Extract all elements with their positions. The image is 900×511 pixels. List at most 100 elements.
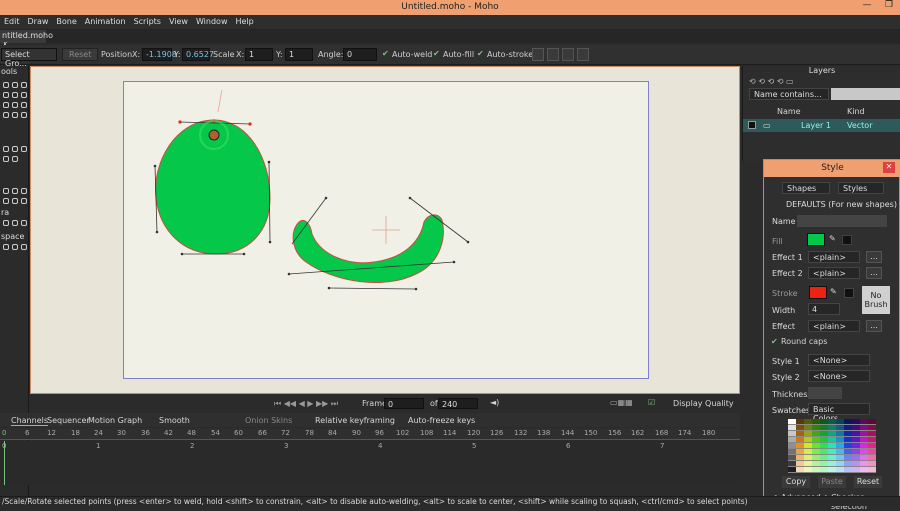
menu-edit[interactable]: Edit	[0, 15, 24, 28]
position-x-input[interactable]: -1.1908	[142, 48, 177, 61]
auto-fill-checkbox[interactable]: ✔	[433, 49, 440, 58]
style1-dropdown[interactable]: <None>	[808, 354, 870, 366]
reset-style-button[interactable]: Reset	[854, 476, 882, 488]
color-swatch[interactable]	[804, 425, 812, 430]
color-swatch[interactable]	[788, 467, 796, 472]
selected-point[interactable]	[208, 129, 220, 141]
quality-toggle-icon[interactable]: ☑	[648, 398, 655, 407]
layer-visibility-checkbox[interactable]	[748, 121, 756, 129]
fill-alt-swatch[interactable]	[842, 235, 852, 245]
color-swatch[interactable]	[828, 419, 836, 424]
menu-bone[interactable]: Bone	[52, 15, 80, 28]
tab-sequencer[interactable]: Sequencer	[47, 416, 90, 425]
color-swatch[interactable]	[804, 437, 812, 442]
color-swatch[interactable]	[812, 455, 820, 460]
color-swatch[interactable]	[868, 467, 876, 472]
display-quality-dropdown[interactable]: Display Quality	[673, 399, 734, 408]
color-swatch[interactable]	[828, 467, 836, 472]
color-swatch[interactable]	[860, 431, 868, 436]
line-width-tool-icon[interactable]	[12, 156, 18, 162]
angle-input[interactable]: 0	[343, 48, 377, 61]
swatches-dropdown[interactable]: Basic Colors...	[808, 403, 870, 423]
color-swatch[interactable]	[852, 455, 860, 460]
color-swatch[interactable]	[860, 419, 868, 424]
color-swatch[interactable]	[820, 425, 828, 430]
menu-animation[interactable]: Animation	[81, 15, 130, 28]
color-swatch[interactable]	[788, 419, 796, 424]
color-swatch[interactable]	[820, 431, 828, 436]
reset-button[interactable]: Reset	[62, 48, 99, 61]
color-swatch[interactable]	[812, 431, 820, 436]
create-shape-tool-icon[interactable]	[12, 146, 18, 152]
track-camera-icon[interactable]	[3, 220, 9, 226]
color-swatch[interactable]	[844, 449, 852, 454]
color-swatch[interactable]	[820, 419, 828, 424]
round-caps-checkbox[interactable]: ✔	[771, 337, 778, 346]
maximize-button[interactable]: ❐	[878, 0, 900, 14]
color-swatch[interactable]	[820, 455, 828, 460]
document-tab[interactable]: ntitled.moho ✗	[0, 30, 53, 49]
blob-brush-tool-icon[interactable]	[12, 102, 18, 108]
freehand-tool-icon[interactable]	[21, 92, 27, 98]
color-swatch[interactable]	[844, 467, 852, 472]
color-swatch[interactable]	[844, 437, 852, 442]
close-style-icon[interactable]: ✕	[883, 162, 895, 173]
eyedropper-icon[interactable]: ✎	[829, 234, 836, 243]
rotate-handle[interactable]	[217, 89, 223, 113]
canvas-area[interactable]	[30, 66, 740, 394]
color-swatch[interactable]	[796, 443, 804, 448]
color-swatch[interactable]	[828, 455, 836, 460]
auto-freeze-checkbox[interactable]: Auto-freeze keys	[408, 416, 475, 425]
color-swatch[interactable]	[860, 449, 868, 454]
auto-weld-checkbox[interactable]: ✔	[382, 49, 389, 58]
color-swatch[interactable]	[852, 467, 860, 472]
fill-color-swatch[interactable]	[807, 233, 825, 246]
rotate-layer-tool-icon[interactable]	[21, 188, 27, 194]
stroke-checkbox-label[interactable]: Stroke	[772, 289, 798, 298]
roll-camera-icon[interactable]	[21, 220, 27, 226]
color-swatch[interactable]	[828, 437, 836, 442]
view-mode-icon[interactable]: ▭▦▦	[610, 398, 633, 407]
color-swatch[interactable]	[836, 431, 844, 436]
color-swatch[interactable]	[796, 467, 804, 472]
color-swatch[interactable]	[844, 461, 852, 466]
color-swatch[interactable]	[852, 419, 860, 424]
color-swatch[interactable]	[804, 467, 812, 472]
styles-dropdown[interactable]: Styles	[838, 182, 884, 194]
color-swatch[interactable]	[788, 425, 796, 430]
color-swatch[interactable]	[804, 461, 812, 466]
color-swatch[interactable]	[836, 419, 844, 424]
color-swatch[interactable]	[860, 467, 868, 472]
style-name-input[interactable]	[797, 215, 887, 227]
layers-col-kind[interactable]: Kind	[847, 107, 865, 116]
distribute-icon[interactable]	[547, 48, 559, 61]
effect1-dropdown[interactable]: <plain>	[808, 251, 860, 263]
document-frame[interactable]	[123, 81, 649, 379]
pan-workspace-icon[interactable]	[3, 244, 9, 250]
color-swatch[interactable]	[788, 449, 796, 454]
color-swatch[interactable]	[836, 425, 844, 430]
menu-draw[interactable]: Draw	[24, 15, 53, 28]
color-swatch[interactable]	[804, 443, 812, 448]
color-swatch[interactable]	[868, 443, 876, 448]
color-swatch[interactable]	[812, 443, 820, 448]
color-swatch[interactable]	[828, 443, 836, 448]
frame-input[interactable]: 0	[384, 398, 424, 409]
color-swatch[interactable]	[868, 449, 876, 454]
tab-channels[interactable]: Channels	[11, 416, 49, 426]
stroke-effect-more-button[interactable]: ...	[866, 320, 882, 332]
text-tool-icon[interactable]	[12, 198, 18, 204]
color-swatch[interactable]	[852, 461, 860, 466]
color-swatch[interactable]	[852, 443, 860, 448]
transform-points-tool-icon[interactable]	[12, 82, 18, 88]
color-swatch[interactable]	[812, 467, 820, 472]
color-swatch[interactable]	[844, 425, 852, 430]
layer-filter-input[interactable]	[831, 88, 900, 100]
color-swatch[interactable]	[796, 449, 804, 454]
color-swatch[interactable]	[828, 449, 836, 454]
color-swatch[interactable]	[844, 443, 852, 448]
color-swatch[interactable]	[828, 461, 836, 466]
color-swatch[interactable]	[868, 461, 876, 466]
draw-shape-tool-icon[interactable]	[3, 102, 9, 108]
interpolation-dropdown[interactable]: Smooth	[159, 416, 190, 425]
